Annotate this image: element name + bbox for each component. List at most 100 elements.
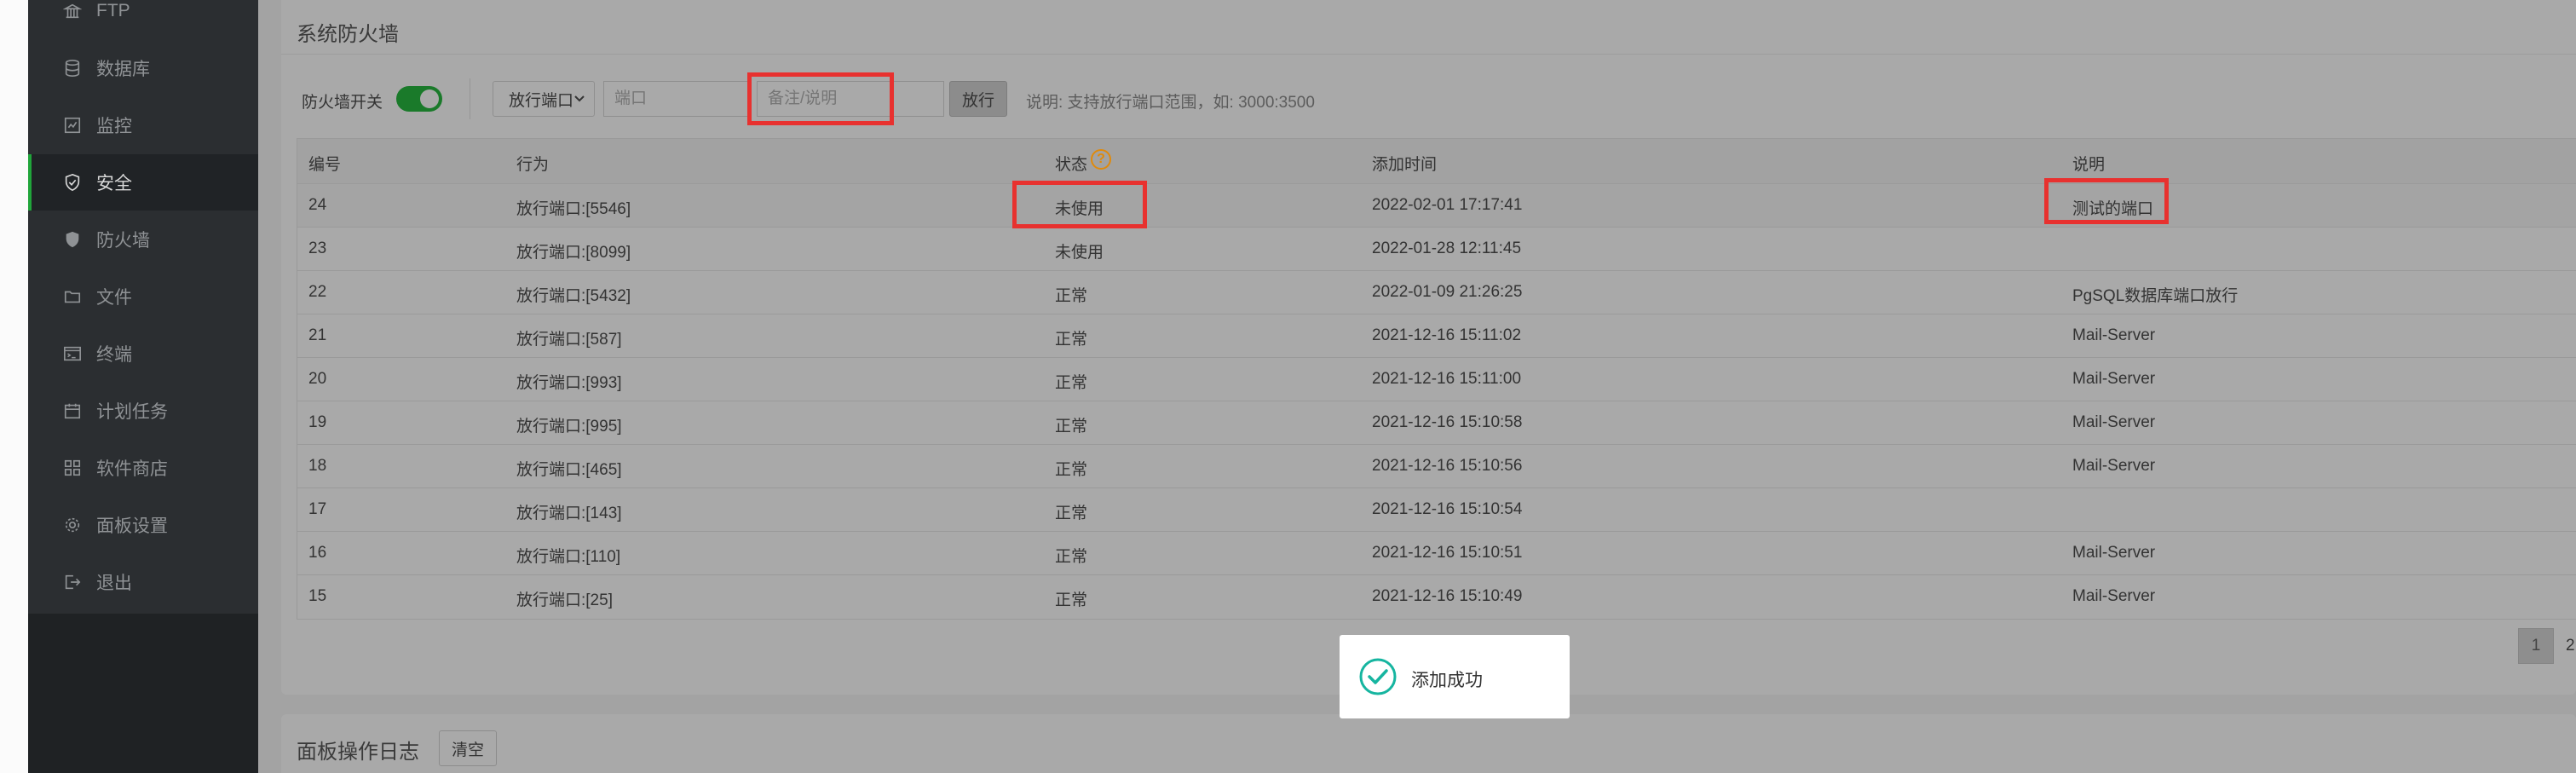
success-toast: 添加成功 <box>1340 635 1570 718</box>
sidebar-item-label: FTP <box>96 1 130 20</box>
table-row[interactable]: 22 放行端口:[5432] 正常 2022-01-09 21:26:25 Pg… <box>297 270 2576 314</box>
table-row[interactable]: 21 放行端口:[587] 正常 2021-12-16 15:11:02 Mai… <box>297 314 2576 357</box>
sidebar-item-database[interactable]: 数据库 <box>28 40 258 96</box>
action-select[interactable]: 放行端口 <box>493 81 595 117</box>
log-panel-title: 面板操作日志 <box>297 741 419 764</box>
gear-icon <box>62 515 83 535</box>
firewall-switch-label: 防火墙开关 <box>302 94 383 112</box>
cell-action: 放行端口:[143] <box>516 505 622 522</box>
cell-added-time: 2021-12-16 15:10:49 <box>1372 587 1523 605</box>
table-row[interactable]: 18 放行端口:[465] 正常 2021-12-16 15:10:56 Mai… <box>297 444 2576 487</box>
sidebar-item-monitor[interactable]: 监控 <box>28 97 258 153</box>
cell-added-time: 2021-12-16 15:10:58 <box>1372 413 1523 431</box>
cell-id: 18 <box>308 457 327 475</box>
cell-action: 放行端口:[5432] <box>516 287 631 305</box>
sidebar-item-label: 退出 <box>96 574 132 593</box>
left-white-strip <box>0 0 28 773</box>
sidebar-item-label: 计划任务 <box>96 402 168 422</box>
folder-icon <box>62 286 83 307</box>
table-row[interactable]: 23 放行端口:[8099] 未使用 2022-01-28 12:11:45 <box>297 227 2576 270</box>
table-row[interactable]: 16 放行端口:[110] 正常 2021-12-16 15:10:51 Mai… <box>297 531 2576 574</box>
check-circle-icon <box>1359 658 1397 695</box>
cell-description: Mail-Server <box>2072 544 2156 562</box>
help-icon[interactable]: ? <box>1091 149 1111 170</box>
cell-description: PgSQL数据库端口放行 <box>2072 287 2239 305</box>
cell-action: 放行端口:[25] <box>516 591 613 609</box>
cell-added-time: 2022-01-09 21:26:25 <box>1372 283 1523 301</box>
sidebar-item-logout[interactable]: 退出 <box>28 554 258 610</box>
header-action: 行为 <box>516 156 550 174</box>
page-title: 系统防火墙 <box>297 23 399 46</box>
sidebar-item-cron[interactable]: 计划任务 <box>28 383 258 439</box>
cell-status: 正常 <box>1055 461 1088 479</box>
action-select-value: 放行端口 <box>509 91 574 110</box>
terminal-icon <box>62 343 83 364</box>
clear-log-button[interactable]: 清空 <box>439 730 497 766</box>
sidebar-item-label: 文件 <box>96 288 132 308</box>
cell-description: Mail-Server <box>2072 413 2156 431</box>
cell-id: 15 <box>308 587 327 605</box>
highlight-description-cell <box>2044 178 2169 224</box>
cell-status: 正常 <box>1055 418 1088 436</box>
cell-id: 23 <box>308 239 327 257</box>
cell-action: 放行端口:[110] <box>516 548 621 566</box>
apps-grid-icon <box>62 458 83 478</box>
calendar-icon <box>62 401 83 421</box>
toast-message: 添加成功 <box>1411 671 1483 690</box>
sidebar-item-label: 安全 <box>96 174 132 193</box>
cell-status: 正常 <box>1055 331 1088 349</box>
table-row[interactable]: 17 放行端口:[143] 正常 2021-12-16 15:10:54 <box>297 487 2576 531</box>
sidebar-item-terminal[interactable]: 终端 <box>28 326 258 382</box>
sidebar: FTP 数据库 监控 安全 防火墙 文件 终端 计划任务 软件商店 面板设置 退… <box>28 0 258 773</box>
table-row[interactable]: 19 放行端口:[995] 正常 2021-12-16 15:10:58 Mai… <box>297 401 2576 444</box>
cell-id: 17 <box>308 500 327 518</box>
sidebar-item-ftp[interactable]: FTP <box>28 0 258 39</box>
cell-description: Mail-Server <box>2072 587 2156 605</box>
cell-action: 放行端口:[8099] <box>516 244 631 262</box>
cell-action: 放行端口:[993] <box>516 374 622 392</box>
sidebar-item-label: 数据库 <box>96 60 150 79</box>
cell-status: 正常 <box>1055 374 1088 392</box>
pagination-page-1[interactable]: 1 <box>2518 628 2554 664</box>
table-header: 编号 行为 状态 ? 添加时间 说明 <box>297 139 2576 183</box>
firewall-switch-toggle[interactable] <box>396 86 442 112</box>
sidebar-item-label: 监控 <box>96 117 132 136</box>
sidebar-item-panel-settings[interactable]: 面板设置 <box>28 497 258 553</box>
toggle-knob <box>420 89 439 108</box>
cell-action: 放行端口:[465] <box>516 461 622 479</box>
sidebar-item-security[interactable]: 安全 <box>28 154 258 211</box>
cell-added-time: 2022-01-28 12:11:45 <box>1372 239 1522 257</box>
cell-status: 未使用 <box>1055 244 1104 262</box>
sidebar-item-label: 终端 <box>96 345 132 365</box>
cell-added-time: 2021-12-16 15:10:56 <box>1372 457 1523 475</box>
cell-id: 22 <box>308 283 327 301</box>
table-row[interactable]: 24 放行端口:[5546] 未使用 2022-02-01 17:17:41 测… <box>297 183 2576 227</box>
cell-id: 24 <box>308 196 327 214</box>
allow-button[interactable]: 放行 <box>949 81 1007 117</box>
cell-description: Mail-Server <box>2072 457 2156 475</box>
sidebar-item-files[interactable]: 文件 <box>28 268 258 325</box>
sidebar-item-firewall[interactable]: 防火墙 <box>28 211 258 268</box>
port-input[interactable] <box>603 81 750 117</box>
cell-status: 正常 <box>1055 287 1088 305</box>
cell-added-time: 2021-12-16 15:10:54 <box>1372 500 1523 518</box>
sidebar-item-app-store[interactable]: 软件商店 <box>28 440 258 496</box>
cell-added-time: 2022-02-01 17:17:41 <box>1372 196 1523 214</box>
cell-status: 正常 <box>1055 548 1088 566</box>
port-range-hint: 说明: 支持放行端口范围，如: 3000:3500 <box>1026 94 1315 112</box>
ftp-icon <box>62 1 83 21</box>
cell-added-time: 2021-12-16 15:11:02 <box>1372 326 1522 344</box>
sidebar-item-label: 防火墙 <box>96 231 150 251</box>
shield-icon <box>62 172 83 193</box>
header-id: 编号 <box>308 156 342 174</box>
cell-id: 21 <box>308 326 327 344</box>
table-row[interactable]: 15 放行端口:[25] 正常 2021-12-16 15:10:49 Mail… <box>297 574 2576 618</box>
table-row[interactable]: 20 放行端口:[993] 正常 2021-12-16 15:11:00 Mai… <box>297 357 2576 401</box>
logout-icon <box>62 572 83 592</box>
sidebar-item-label: 软件商店 <box>96 459 168 479</box>
cell-status: 正常 <box>1055 591 1088 609</box>
cell-description: Mail-Server <box>2072 326 2156 344</box>
cell-description: Mail-Server <box>2072 370 2156 388</box>
pagination-page-2[interactable]: 2 <box>2556 628 2576 664</box>
cell-action: 放行端口:[587] <box>516 331 622 349</box>
